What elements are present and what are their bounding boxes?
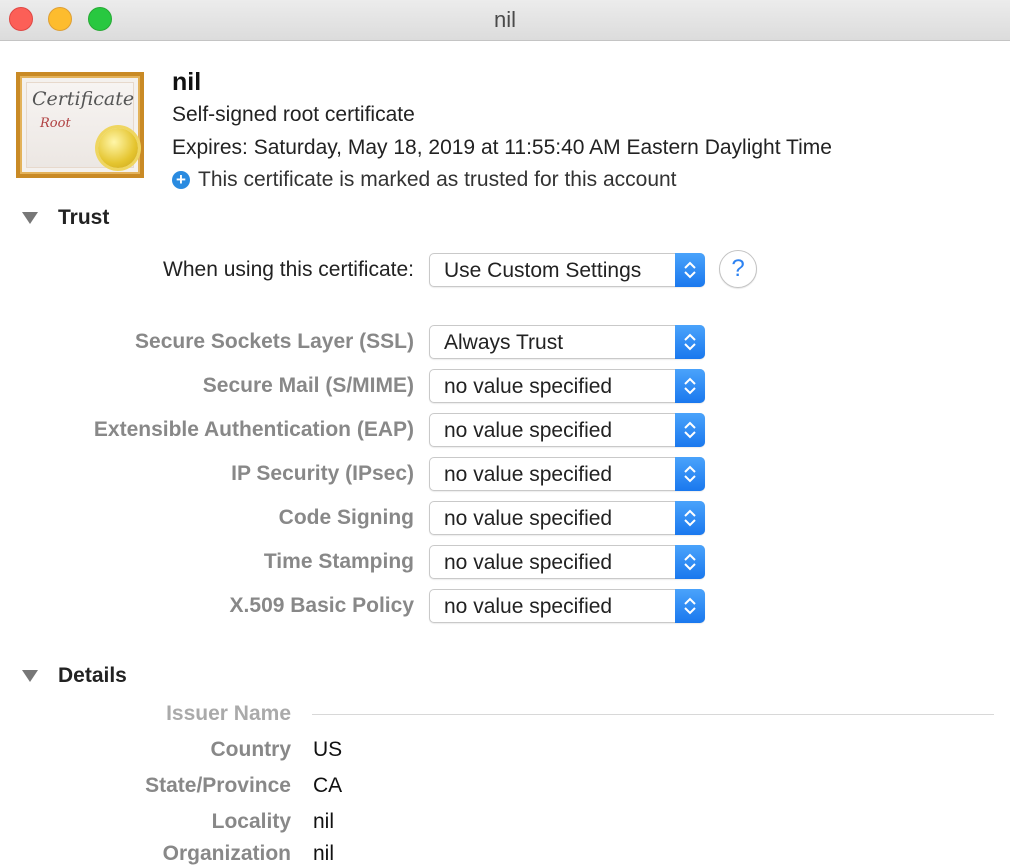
- detail-value-organization: nil: [313, 842, 335, 865]
- certificate-icon-title: Certificate: [32, 88, 135, 110]
- policy-popup-smime[interactable]: no value specified: [429, 369, 705, 403]
- policy-popup-ipsec[interactable]: no value specified: [429, 457, 705, 491]
- certificate-name: nil: [172, 68, 202, 96]
- policy-label-x509: X.509 Basic Policy: [229, 594, 414, 617]
- policy-popup-eap[interactable]: no value specified: [429, 413, 705, 447]
- policy-label-ssl: Secure Sockets Layer (SSL): [135, 330, 414, 353]
- trust-status-text: This certificate is marked as trusted fo…: [198, 168, 677, 191]
- policy-label-code-signing: Code Signing: [278, 506, 414, 529]
- issuer-divider: [312, 714, 994, 715]
- chevron-updown-icon: [675, 501, 705, 535]
- when-using-value: Use Custom Settings: [444, 259, 642, 282]
- policy-popup-code-signing[interactable]: no value specified: [429, 501, 705, 535]
- details-disclosure-triangle[interactable]: [22, 670, 38, 682]
- policy-value: no value specified: [444, 419, 613, 442]
- detail-value-locality: nil: [313, 810, 335, 833]
- title-bar: nil: [0, 0, 1010, 41]
- chevron-updown-icon: [675, 253, 705, 287]
- policy-label-ipsec: IP Security (IPsec): [231, 462, 414, 485]
- policy-label-eap: Extensible Authentication (EAP): [93, 418, 414, 441]
- detail-value-country: US: [313, 738, 343, 761]
- chevron-updown-icon: [675, 325, 705, 359]
- detail-label-locality: Locality: [211, 810, 291, 833]
- policy-popup-x509[interactable]: no value specified: [429, 589, 705, 623]
- seal-icon: [98, 128, 138, 168]
- policy-popup-ssl[interactable]: Always Trust: [429, 325, 705, 359]
- policy-popup-time-stamping[interactable]: no value specified: [429, 545, 705, 579]
- plus-circle-icon: +: [172, 171, 190, 189]
- trust-section-title: Trust: [58, 206, 110, 229]
- detail-label-organization: Organization: [162, 842, 291, 865]
- detail-label-country: Country: [210, 738, 292, 761]
- chevron-updown-icon: [675, 369, 705, 403]
- chevron-updown-icon: [675, 457, 705, 491]
- policy-label-smime: Secure Mail (S/MIME): [202, 374, 414, 397]
- detail-label-state: State/Province: [145, 774, 291, 797]
- window-title: nil: [493, 7, 516, 32]
- help-button[interactable]: ?: [719, 250, 757, 288]
- policy-value: no value specified: [444, 507, 613, 530]
- policy-value: no value specified: [444, 595, 613, 618]
- policy-value: no value specified: [444, 375, 613, 398]
- when-using-popup[interactable]: Use Custom Settings: [429, 253, 705, 287]
- trust-status: + This certificate is marked as trusted …: [172, 168, 677, 192]
- certificate-expiry: Expires: Saturday, May 18, 2019 at 11:55…: [172, 136, 832, 159]
- chevron-updown-icon: [675, 545, 705, 579]
- policy-value: no value specified: [444, 551, 613, 574]
- policy-value: no value specified: [444, 463, 613, 486]
- certificate-icon: Certificate Root: [16, 72, 144, 178]
- chevron-updown-icon: [675, 413, 705, 447]
- issuer-name-heading: Issuer Name: [166, 702, 291, 725]
- detail-value-state: CA: [313, 774, 343, 797]
- when-using-label: When using this certificate:: [163, 258, 414, 281]
- details-section-title: Details: [58, 664, 127, 687]
- chevron-updown-icon: [675, 589, 705, 623]
- trust-disclosure-triangle[interactable]: [22, 212, 38, 224]
- policy-label-time-stamping: Time Stamping: [263, 550, 414, 573]
- certificate-type: Self-signed root certificate: [172, 103, 415, 126]
- certificate-icon-subtitle: Root: [40, 116, 71, 131]
- policy-value: Always Trust: [444, 331, 564, 354]
